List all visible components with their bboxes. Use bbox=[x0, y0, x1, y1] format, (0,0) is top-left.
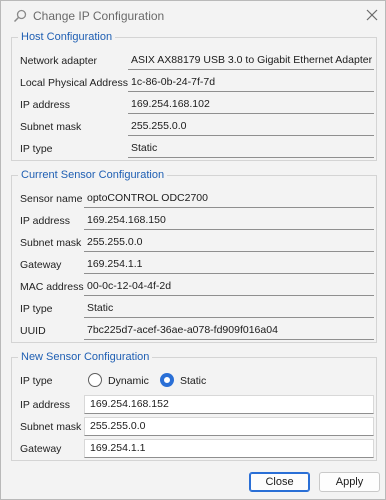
current-ip-address-value: 169.254.168.150 bbox=[84, 213, 374, 230]
host-row-physical-address: Local Physical Address 1c-86-0b-24-7f-7d bbox=[12, 72, 376, 94]
host-row-network-adapter: Network adapter ASIX AX88179 USB 3.0 to … bbox=[12, 50, 376, 72]
new-row-gateway: Gateway 169.254.1.1 bbox=[12, 438, 376, 460]
field-label: Network adapter bbox=[20, 55, 98, 67]
current-ip-type-value: Static bbox=[84, 301, 374, 318]
current-row-mac-address: MAC address 00-0c-12-04-4f-2d bbox=[12, 276, 376, 298]
field-label: Gateway bbox=[20, 443, 62, 455]
field-label: IP address bbox=[20, 399, 71, 411]
new-subnet-mask-input[interactable]: 255.255.0.0 bbox=[84, 417, 374, 436]
network-adapter-value: ASIX AX88179 USB 3.0 to Gigabit Ethernet… bbox=[128, 53, 374, 70]
apply-button[interactable]: Apply bbox=[319, 472, 380, 492]
host-ip-address-value: 169.254.168.102 bbox=[128, 97, 374, 114]
current-gateway-value: 169.254.1.1 bbox=[84, 257, 374, 274]
host-configuration-group: Host Configuration Network adapter ASIX … bbox=[11, 31, 377, 161]
field-label: Gateway bbox=[20, 259, 62, 271]
current-row-gateway: Gateway 169.254.1.1 bbox=[12, 254, 376, 276]
new-row-ip-address: IP address 169.254.168.152 bbox=[12, 394, 376, 416]
field-label: Subnet mask bbox=[20, 121, 82, 133]
field-label: IP address bbox=[20, 215, 71, 227]
field-label: IP type bbox=[20, 303, 53, 315]
current-row-uuid: UUID 7bc225d7-acef-36ae-a078-fd909f016a0… bbox=[12, 320, 376, 342]
mac-address-value: 00-0c-12-04-4f-2d bbox=[84, 279, 374, 296]
window-title: Change IP Configuration bbox=[33, 9, 165, 23]
current-row-ip-type: IP type Static bbox=[12, 298, 376, 320]
group-title: Current Sensor Configuration bbox=[18, 169, 168, 182]
close-icon[interactable] bbox=[363, 6, 381, 24]
host-row-subnet-mask: Subnet mask 255.255.0.0 bbox=[12, 116, 376, 138]
group-title: Host Configuration bbox=[18, 31, 116, 44]
uuid-value: 7bc225d7-acef-36ae-a078-fd909f016a04 bbox=[84, 323, 374, 340]
new-row-ip-type: IP type Dynamic Static bbox=[12, 370, 376, 392]
static-radio[interactable] bbox=[160, 373, 174, 387]
field-label: Local Physical Address bbox=[20, 77, 128, 89]
close-button[interactable]: Close bbox=[249, 472, 310, 492]
host-ip-type-value: Static bbox=[128, 141, 374, 158]
current-row-ip-address: IP address 169.254.168.150 bbox=[12, 210, 376, 232]
host-row-ip-address: IP address 169.254.168.102 bbox=[12, 94, 376, 116]
title-bar: Change IP Configuration bbox=[1, 1, 385, 31]
new-sensor-configuration-group: New Sensor Configuration IP type Dynamic… bbox=[11, 351, 377, 461]
dynamic-radio[interactable] bbox=[88, 373, 102, 387]
current-subnet-mask-value: 255.255.0.0 bbox=[84, 235, 374, 252]
field-label: Subnet mask bbox=[20, 421, 82, 433]
dialog-window: Change IP Configuration Host Configurati… bbox=[0, 0, 386, 500]
current-sensor-configuration-group: Current Sensor Configuration Sensor name… bbox=[11, 169, 377, 343]
host-row-ip-type: IP type Static bbox=[12, 138, 376, 160]
search-icon bbox=[13, 9, 27, 23]
sensor-name-value: optoCONTROL ODC2700 bbox=[84, 191, 374, 208]
new-ip-address-input[interactable]: 169.254.168.152 bbox=[84, 395, 374, 414]
field-label: IP type bbox=[20, 375, 53, 387]
field-label: Subnet mask bbox=[20, 237, 82, 249]
field-label: UUID bbox=[20, 325, 46, 337]
field-label: IP type bbox=[20, 143, 53, 155]
static-radio-label[interactable]: Static bbox=[180, 375, 206, 387]
new-gateway-input[interactable]: 169.254.1.1 bbox=[84, 439, 374, 458]
new-row-subnet-mask: Subnet mask 255.255.0.0 bbox=[12, 416, 376, 438]
current-row-sensor-name: Sensor name optoCONTROL ODC2700 bbox=[12, 188, 376, 210]
field-label: MAC address bbox=[20, 281, 84, 293]
dynamic-radio-label[interactable]: Dynamic bbox=[108, 375, 149, 387]
field-label: IP address bbox=[20, 99, 71, 111]
group-title: New Sensor Configuration bbox=[18, 351, 153, 364]
physical-address-value: 1c-86-0b-24-7f-7d bbox=[128, 75, 374, 92]
host-subnet-mask-value: 255.255.0.0 bbox=[128, 119, 374, 136]
field-label: Sensor name bbox=[20, 193, 83, 205]
current-row-subnet-mask: Subnet mask 255.255.0.0 bbox=[12, 232, 376, 254]
